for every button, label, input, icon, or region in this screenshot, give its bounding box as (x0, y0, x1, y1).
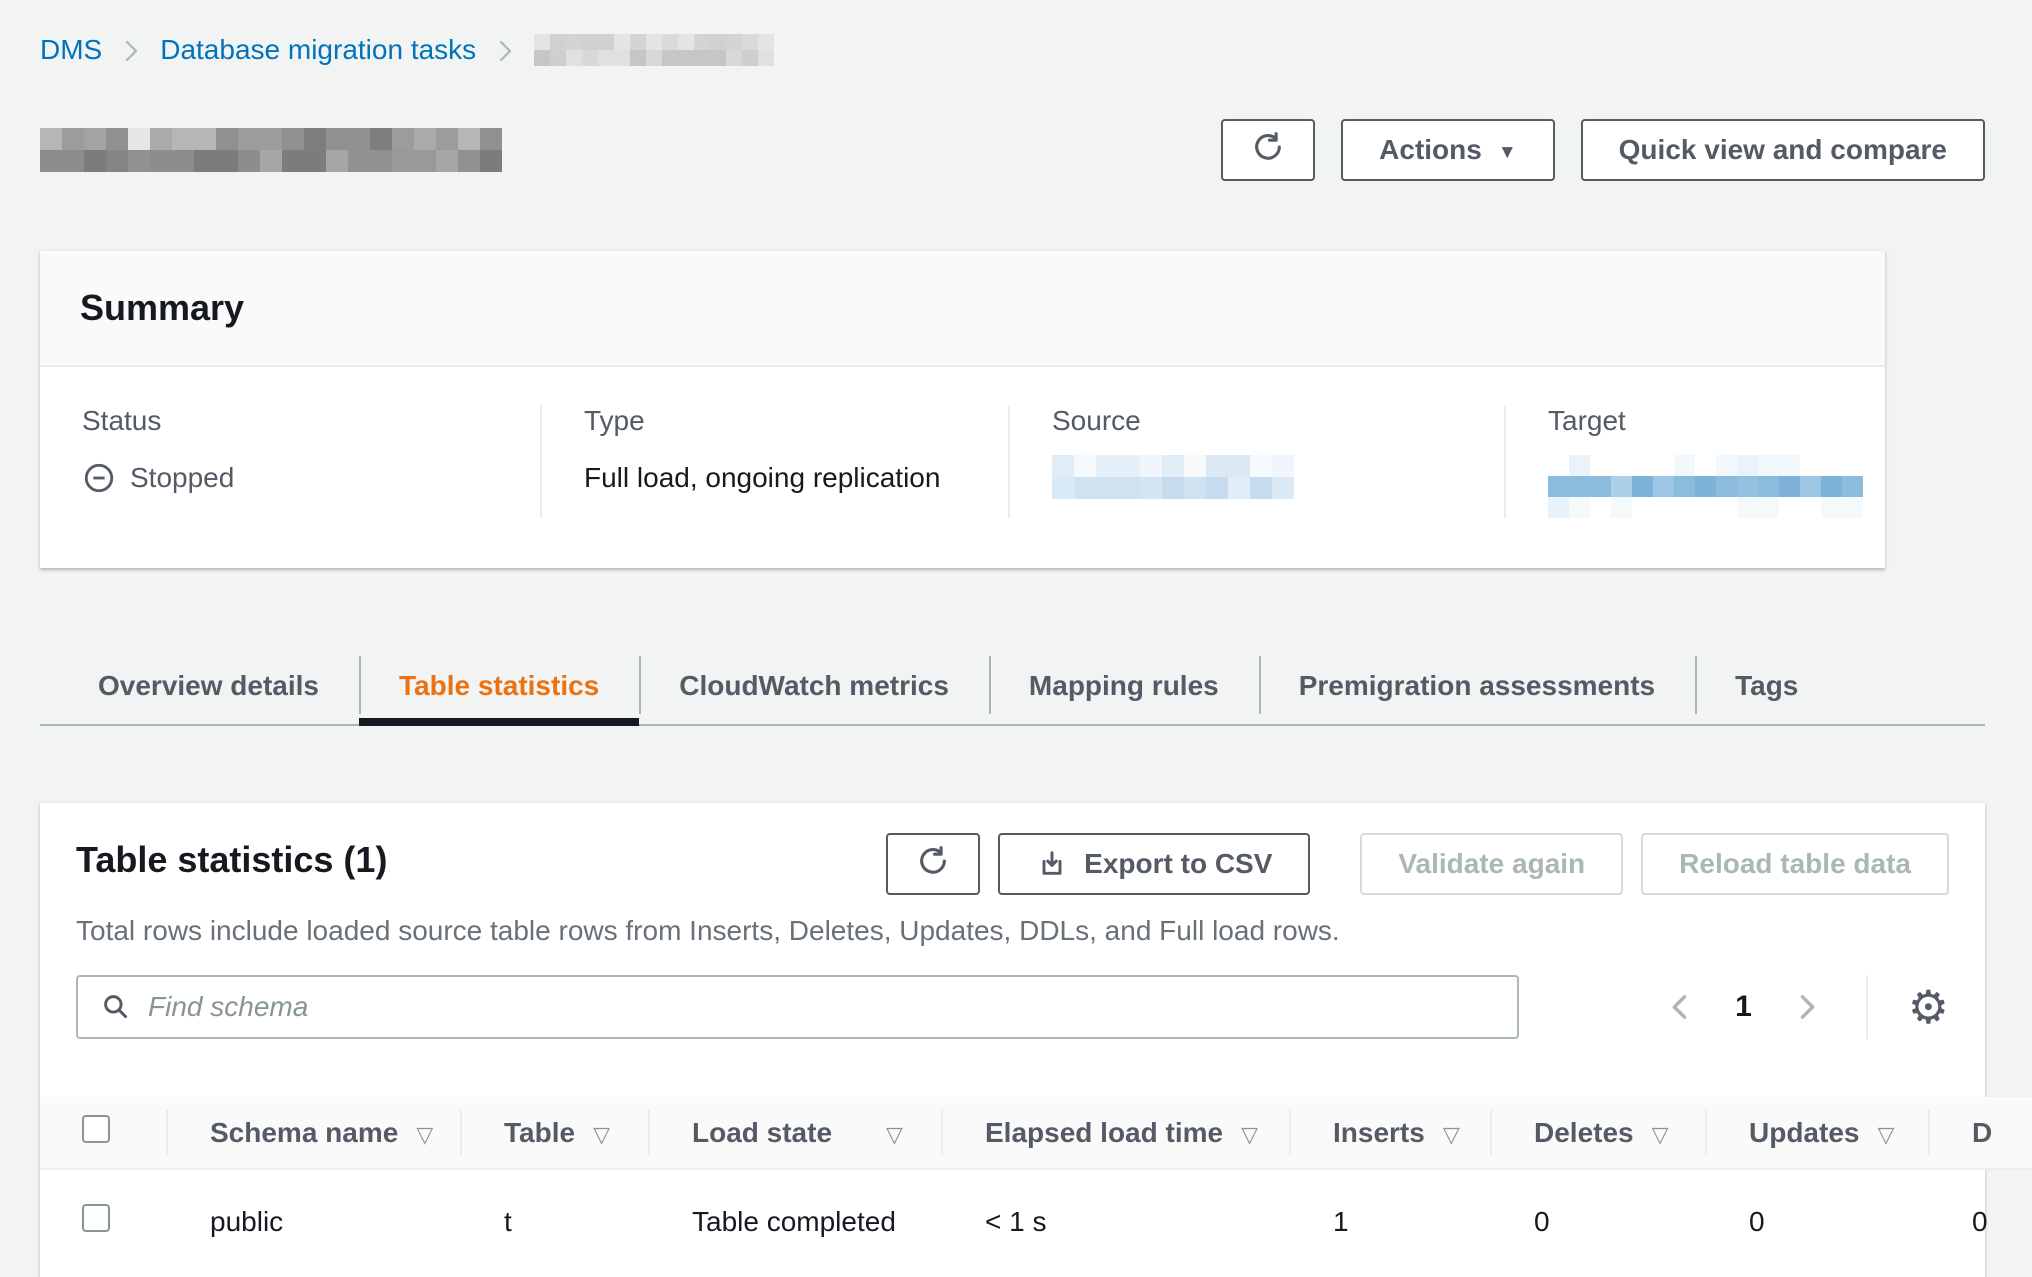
preferences-button[interactable]: ⚙ (1908, 984, 1949, 1030)
chevron-right-icon (1792, 990, 1822, 1024)
status-value: Stopped (130, 462, 234, 494)
sort-icon: ▽ (1443, 1122, 1460, 1147)
next-page-button[interactable] (1792, 990, 1822, 1024)
tab-mapping-rules[interactable]: Mapping rules (989, 648, 1259, 724)
breadcrumb-link-tasks[interactable]: Database migration tasks (160, 34, 476, 66)
breadcrumb-link-dms[interactable]: DMS (40, 34, 102, 66)
tab-bar: Overview details Table statistics CloudW… (40, 648, 1985, 726)
summary-header: Summary (40, 251, 1885, 367)
summary-title: Summary (80, 287, 1845, 329)
summary-field-target: Target (1504, 405, 1885, 518)
column-header-table[interactable]: Table▽ (460, 1097, 648, 1169)
type-label: Type (584, 405, 966, 437)
select-all-checkbox[interactable] (82, 1115, 110, 1143)
reload-table-data-button[interactable]: Reload table data (1641, 833, 1949, 895)
sort-icon: ▽ (416, 1122, 433, 1147)
summary-field-type: Type Full load, ongoing replication (540, 405, 1008, 518)
vertical-divider (1866, 975, 1868, 1039)
current-page-number[interactable]: 1 (1735, 990, 1752, 1024)
refresh-icon (1251, 130, 1285, 171)
cell-inserts: 1 (1289, 1169, 1490, 1277)
table-statistics-description: Total rows include loaded source table r… (76, 915, 1949, 947)
tab-table-statistics[interactable]: Table statistics (359, 648, 639, 724)
caret-down-icon: ▼ (1498, 143, 1517, 162)
tab-overview-details[interactable]: Overview details (40, 648, 359, 724)
table-filter-row: 1 ⚙ (76, 975, 1949, 1039)
type-value: Full load, ongoing replication (584, 462, 940, 494)
cell-elapsed-load-time: < 1 s (941, 1169, 1289, 1277)
column-header-deletes[interactable]: Deletes▽ (1490, 1097, 1705, 1169)
summary-panel: Summary Status Stopped Type Full load, o… (40, 250, 1885, 568)
actions-button[interactable]: Actions ▼ (1341, 119, 1555, 181)
schema-search (76, 975, 1519, 1039)
summary-field-source: Source (1008, 405, 1504, 518)
breadcrumb-task-name-redacted (534, 34, 774, 66)
summary-field-status: Status Stopped (40, 405, 540, 518)
page-title-redacted (40, 128, 502, 172)
table-row: public t Table completed < 1 s 1 0 0 0 (40, 1169, 2032, 1277)
refresh-button[interactable] (1221, 119, 1315, 181)
header-actions: Actions ▼ Quick view and compare (1221, 119, 1985, 181)
column-header-load-state[interactable]: Load state▽ (648, 1097, 941, 1169)
gear-icon: ⚙ (1908, 981, 1949, 1033)
summary-body: Status Stopped Type Full load, ongoing r… (40, 367, 1885, 568)
export-csv-button[interactable]: Export to CSV (998, 833, 1310, 895)
cell-deletes: 0 (1490, 1169, 1705, 1277)
search-icon (100, 991, 132, 1030)
sort-icon: ▽ (1877, 1122, 1894, 1147)
cell-load-state: Table completed (648, 1169, 941, 1277)
tab-premigration-assessments[interactable]: Premigration assessments (1259, 648, 1695, 724)
column-header-ddls[interactable]: D (1928, 1097, 2032, 1169)
cell-schema-name: public (166, 1169, 460, 1277)
source-label: Source (1052, 405, 1462, 437)
table-refresh-button[interactable] (886, 833, 980, 895)
table-actions: Export to CSV Validate again Reload tabl… (886, 833, 1949, 895)
column-header-updates[interactable]: Updates▽ (1705, 1097, 1928, 1169)
source-value-redacted (1052, 455, 1294, 499)
chevron-left-icon (1665, 990, 1695, 1024)
table-statistics-table: Schema name▽ Table▽ Load state▽ Elapsed … (40, 1097, 2032, 1277)
column-header-elapsed-load-time[interactable]: Elapsed load time▽ (941, 1097, 1289, 1169)
status-label: Status (82, 405, 498, 437)
sort-icon: ▽ (1652, 1122, 1669, 1147)
table-statistics-title: Table statistics (1) (76, 839, 387, 881)
chevron-right-icon (120, 36, 142, 66)
dms-task-page: DMS Database migration tasks Actions ▼ Q… (0, 0, 2032, 1277)
stopped-status-icon (82, 461, 116, 495)
column-header-schema-name[interactable]: Schema name▽ (166, 1097, 460, 1169)
tab-cloudwatch-metrics[interactable]: CloudWatch metrics (639, 648, 989, 724)
column-header-inserts[interactable]: Inserts▽ (1289, 1097, 1490, 1169)
cell-table: t (460, 1169, 648, 1277)
find-schema-input[interactable] (76, 975, 1519, 1039)
target-value-redacted (1548, 455, 1863, 518)
previous-page-button[interactable] (1665, 990, 1695, 1024)
sort-icon: ▽ (593, 1122, 610, 1147)
sort-icon: ▽ (1241, 1122, 1258, 1147)
pagination: 1 (1665, 990, 1822, 1024)
quick-view-compare-button[interactable]: Quick view and compare (1581, 119, 1985, 181)
table-header-row: Schema name▽ Table▽ Load state▽ Elapsed … (40, 1097, 2032, 1169)
download-icon (1036, 848, 1068, 880)
table-statistics-panel: Table statistics (1) Export to CSV (40, 802, 1985, 1277)
select-all-header (40, 1097, 166, 1169)
sort-icon: ▽ (886, 1122, 903, 1147)
row-checkbox[interactable] (82, 1204, 110, 1232)
table-statistics-header: Table statistics (1) Export to CSV (40, 803, 1985, 1067)
chevron-right-icon (494, 36, 516, 66)
tab-tags[interactable]: Tags (1695, 648, 1838, 724)
refresh-icon (916, 844, 950, 885)
target-label: Target (1548, 405, 1843, 437)
validate-again-button[interactable]: Validate again (1360, 833, 1623, 895)
breadcrumb: DMS Database migration tasks (40, 34, 1985, 66)
cell-ddls: 0 (1928, 1169, 2032, 1277)
page-header: Actions ▼ Quick view and compare (40, 112, 1985, 188)
cell-updates: 0 (1705, 1169, 1928, 1277)
